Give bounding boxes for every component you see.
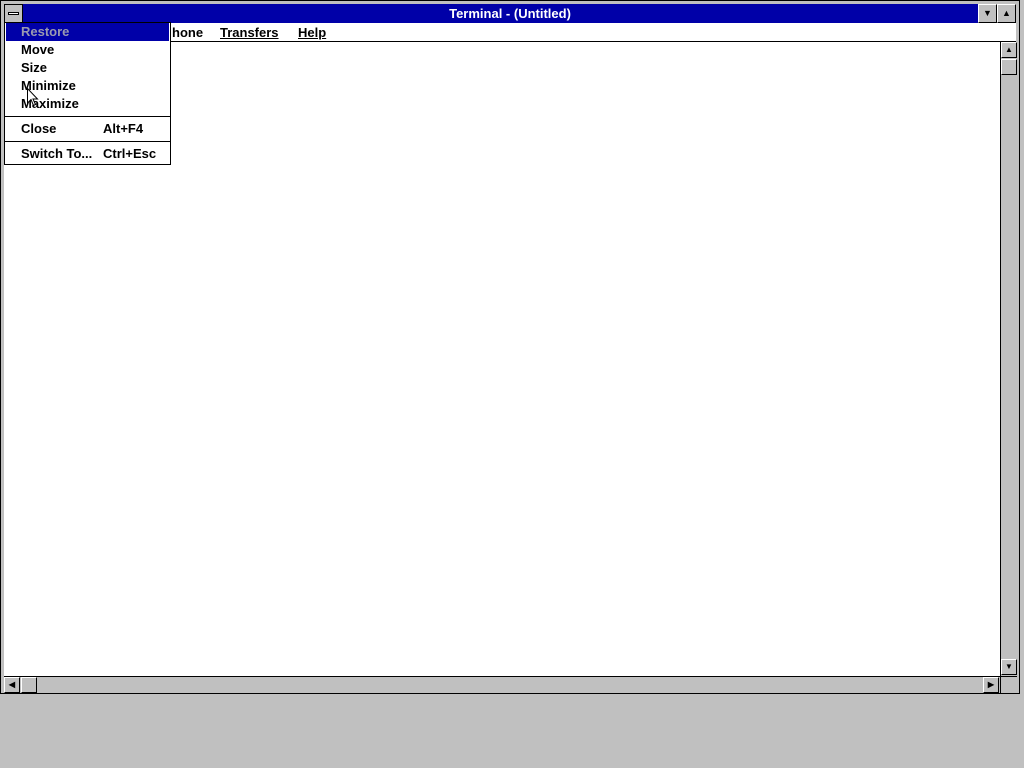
system-menu-item-size[interactable]: Size bbox=[6, 59, 169, 77]
system-menu-item-shortcut: Alt+F4 bbox=[103, 121, 144, 136]
system-menu-item-label: Size bbox=[21, 60, 48, 75]
scroll-left-icon: ◀ bbox=[8, 680, 16, 689]
minimize-button[interactable]: ▼ bbox=[978, 4, 997, 23]
window-title: Terminal - (Untitled) bbox=[449, 6, 571, 21]
menu-separator bbox=[5, 116, 170, 117]
vertical-scroll-thumb[interactable] bbox=[1001, 59, 1017, 75]
system-menu-button[interactable] bbox=[4, 4, 23, 23]
scroll-left-button[interactable]: ◀ bbox=[4, 677, 20, 693]
maximize-arrow-icon: ▲ bbox=[1002, 8, 1011, 18]
menu-help[interactable]: Help bbox=[298, 24, 326, 41]
scroll-down-icon: ▼ bbox=[1005, 662, 1013, 671]
system-menu-item-label: Switch To... bbox=[21, 146, 93, 161]
system-menu-item-restore[interactable]: Restore bbox=[6, 23, 169, 41]
system-menu-item-move[interactable]: Move bbox=[6, 41, 169, 59]
scrollbar-corner bbox=[1000, 676, 1017, 693]
system-menu-icon bbox=[8, 12, 19, 15]
maximize-button[interactable]: ▲ bbox=[997, 4, 1016, 23]
system-menu-item-close[interactable]: Close Alt+F4 bbox=[6, 120, 169, 138]
system-menu-item-switch-to[interactable]: Switch To... Ctrl+Esc bbox=[6, 145, 169, 163]
system-menu-item-shortcut: Ctrl+Esc bbox=[103, 146, 157, 161]
system-menu-item-label: Restore bbox=[21, 24, 70, 39]
scroll-right-button[interactable]: ▶ bbox=[983, 677, 999, 693]
scroll-up-icon: ▲ bbox=[1005, 45, 1013, 54]
scroll-up-button[interactable]: ▲ bbox=[1001, 42, 1017, 58]
scroll-down-button[interactable]: ▼ bbox=[1001, 659, 1017, 675]
scroll-right-icon: ▶ bbox=[987, 680, 995, 689]
minimize-arrow-icon: ▼ bbox=[983, 8, 992, 18]
mouse-pointer-icon bbox=[27, 88, 39, 107]
horizontal-scroll-thumb[interactable] bbox=[21, 677, 37, 693]
system-menu-item-label: Close bbox=[21, 121, 57, 136]
menu-separator bbox=[5, 141, 170, 142]
horizontal-scrollbar[interactable]: ◀ ▶ bbox=[4, 676, 1000, 693]
menu-transfers[interactable]: Transfers bbox=[220, 24, 279, 41]
title-bar[interactable]: Terminal - (Untitled) bbox=[4, 4, 1016, 23]
menu-phone[interactable]: hone bbox=[172, 24, 203, 41]
system-menu-item-label: Move bbox=[21, 42, 55, 57]
vertical-scrollbar[interactable]: ▲ ▼ bbox=[1000, 42, 1017, 676]
